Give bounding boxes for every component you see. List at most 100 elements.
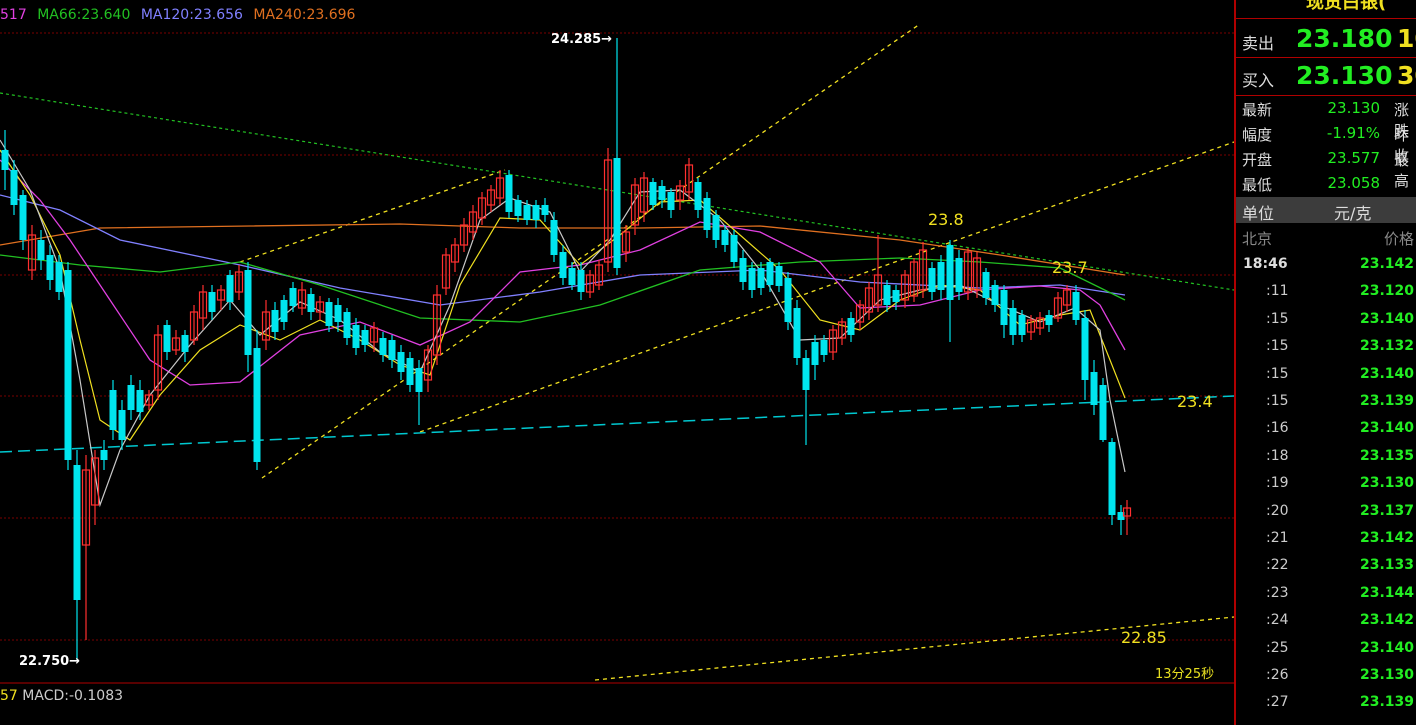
tick-row: :19 23.130 — [1236, 470, 1416, 497]
candle-body — [748, 268, 756, 290]
tick-row: :26 23.130 — [1236, 662, 1416, 689]
candle-body — [946, 245, 954, 300]
candle-body — [280, 300, 288, 322]
tick-row: :25 23.140 — [1236, 635, 1416, 662]
candle-body — [802, 358, 810, 390]
tick-price: 23.140 — [1360, 639, 1415, 656]
tick-time: :18 — [1266, 447, 1289, 464]
tick-time: :25 — [1266, 639, 1289, 656]
tick-row: :15 23.139 — [1236, 388, 1416, 415]
trend-line — [877, 141, 1234, 269]
candle-body — [811, 342, 819, 365]
candle-body — [46, 255, 54, 280]
buy-label: 买入 — [1242, 71, 1275, 90]
tick-time: :15 — [1266, 393, 1289, 409]
tick-time: :26 — [1266, 667, 1289, 683]
buy-qty: 30 — [1397, 61, 1416, 90]
tick-row: :11 23.120 — [1236, 278, 1416, 305]
tick-price: 23.135 — [1360, 447, 1415, 464]
candle-body — [523, 205, 531, 220]
tick-price: 23.144 — [1360, 584, 1415, 601]
candle-body — [928, 268, 936, 292]
tick-time: 18:46 — [1243, 256, 1288, 272]
candle-body — [1072, 292, 1080, 320]
tick-price: 23.130 — [1360, 475, 1415, 492]
tick-time: :21 — [1266, 530, 1289, 546]
stat-value: 23.058 — [1327, 174, 1381, 192]
candle-body — [649, 182, 657, 205]
stat-row: 最新 23.130 涨跌 — [1236, 97, 1416, 140]
stat-label: 最新 — [1242, 101, 1273, 119]
tick-row: :21 23.142 — [1236, 525, 1416, 552]
tick-row: :23 23.144 — [1236, 580, 1416, 607]
candle-body — [739, 258, 747, 282]
candle-body — [334, 305, 342, 322]
candle-body — [253, 348, 261, 462]
candle-body — [532, 205, 540, 220]
tick-price: 23.120 — [1360, 283, 1415, 300]
candle-body — [37, 240, 45, 260]
sell-quote-row[interactable]: 卖出 23.180 10 — [1236, 21, 1416, 57]
candle-body — [982, 272, 990, 298]
quote-panel: 现货白银( 卖出 23.180 10 买入 23.130 30 最新 23.13… — [1234, 0, 1416, 725]
candle-body — [505, 175, 513, 212]
candle-body — [703, 198, 711, 230]
tick-price: 23.142 — [1360, 612, 1415, 629]
tick-price: 23.142 — [1360, 530, 1415, 546]
tick-price: 23.130 — [1360, 667, 1415, 683]
stat-label: 开盘 — [1242, 151, 1273, 169]
candle-body — [784, 278, 792, 322]
support-line — [0, 395, 1234, 453]
tick-price: 23.140 — [1360, 310, 1415, 327]
candle-body — [793, 308, 801, 358]
candle-body — [109, 390, 117, 430]
tick-row: :22 23.133 — [1236, 552, 1416, 579]
candle-body — [937, 262, 945, 290]
candle-body — [541, 205, 549, 215]
tick-price: 23.137 — [1360, 502, 1415, 519]
tick-price: 23.140 — [1360, 365, 1415, 382]
trend-line — [594, 616, 1234, 681]
unit-row: 单位 元/克 — [1236, 197, 1416, 223]
candle-body — [379, 338, 387, 355]
candle-body — [397, 352, 405, 372]
candle-body — [730, 235, 738, 262]
candlestick-chart-area[interactable]: 517 MA66:23.640 MA120:23.656 MA240:23.69… — [0, 0, 1234, 725]
candle-body — [1108, 442, 1116, 515]
tick-row: :15 23.140 — [1236, 306, 1416, 333]
tick-price: 23.139 — [1360, 393, 1415, 409]
candle-body — [244, 270, 252, 355]
price-column-header: 价格 — [1383, 230, 1414, 248]
stat-label: 幅度 — [1242, 126, 1273, 144]
candle-body — [289, 288, 297, 306]
tick-time: :15 — [1266, 365, 1289, 382]
tick-row: :24 23.142 — [1236, 607, 1416, 634]
candle-body — [694, 182, 702, 210]
stat-value: 23.130 — [1327, 99, 1381, 117]
sell-qty: 10 — [1397, 24, 1416, 53]
candle-body — [388, 340, 396, 360]
countdown-timer: 13分25秒 — [1155, 667, 1215, 682]
candle-body — [208, 292, 216, 312]
tick-row: 18:46 23.142 — [1236, 251, 1416, 278]
ma-price-line — [0, 139, 1126, 508]
ma-legend-item: MA240:23.696 — [253, 7, 356, 23]
annotation-label: 23.7 — [1052, 258, 1088, 277]
tick-price: 23.140 — [1360, 420, 1415, 437]
ma-legend: 517 MA66:23.640 MA120:23.656 MA240:23.69… — [0, 7, 361, 23]
trend-line — [419, 267, 879, 433]
candle-body — [19, 195, 27, 240]
tick-time: :22 — [1266, 557, 1289, 574]
candle-body — [820, 340, 828, 355]
candle-body — [1000, 290, 1008, 325]
candle-body — [766, 262, 774, 285]
tick-time: :23 — [1266, 584, 1289, 601]
buy-quote-row[interactable]: 买入 23.130 30 — [1236, 58, 1416, 94]
candle-body — [613, 158, 621, 268]
candle-body — [181, 335, 189, 352]
stat-row: 最低 23.058 — [1236, 172, 1416, 197]
candle-body — [1018, 315, 1026, 335]
candle-body — [55, 262, 63, 292]
low-price-label: 22.750→ — [19, 654, 81, 669]
annotation-label: 22.85 — [1121, 628, 1167, 647]
